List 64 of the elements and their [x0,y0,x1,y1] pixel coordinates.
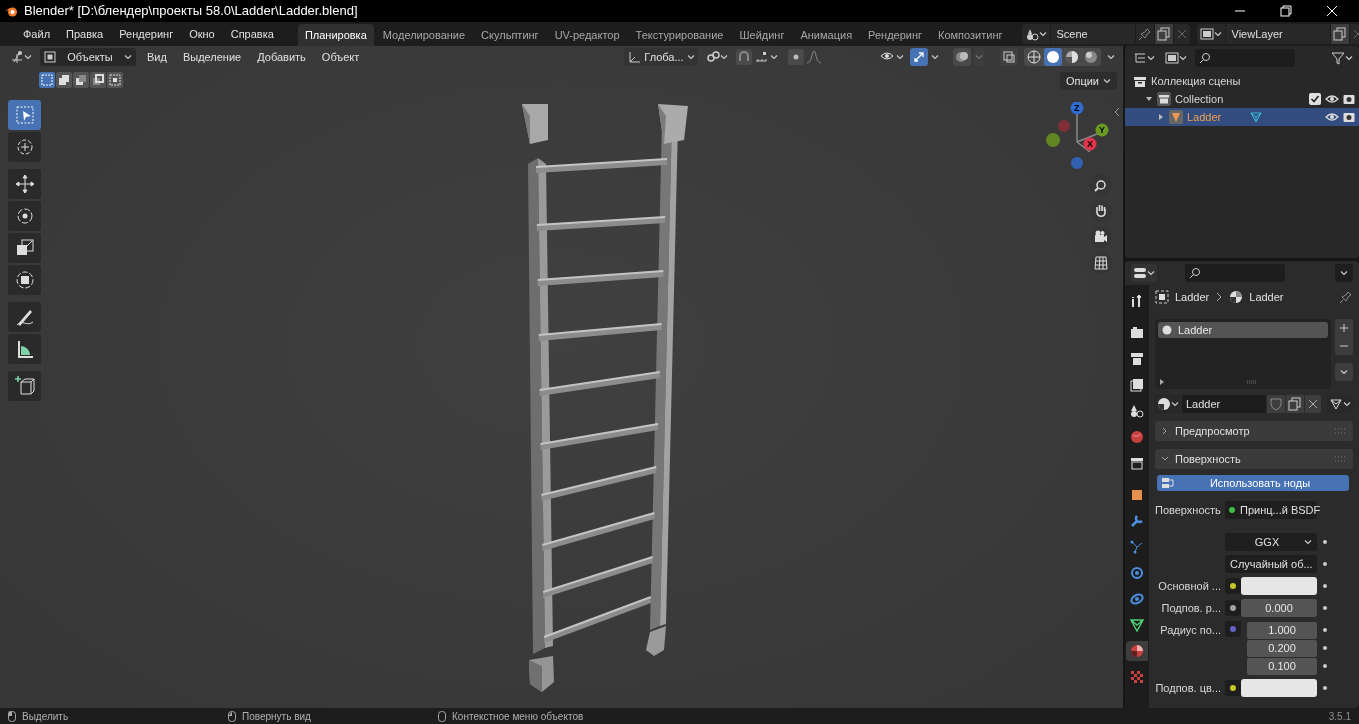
panel-header[interactable]: Поверхность [1155,449,1353,469]
breadcrumb-item: Ladder [1249,289,1284,305]
orientation-label: Глоба... [644,49,684,65]
mode-label: Объекты [66,49,114,65]
options-label: Опции [1065,73,1099,89]
dropdown[interactable]: GGX [1225,533,1317,551]
scene-field[interactable]: Scene [1050,24,1135,44]
dropdown[interactable]: Случайный об... [1225,555,1317,573]
workspace-tab[interactable]: Рендеринг [861,24,930,46]
workspace-tab[interactable]: Скульптинг [474,24,546,46]
number-field[interactable]: 0.000 [1241,599,1317,617]
menu-item[interactable]: Добавить [252,48,311,66]
menu-item[interactable]: Рендеринг [112,24,181,44]
button-label: Использовать ноды [1208,475,1312,491]
workspace-tab[interactable]: Композитинг [931,24,1010,46]
outliner-row[interactable]: Коллекция сцены [1125,72,1359,90]
axis-label: Z [1074,103,1080,113]
material-name-field[interactable]: Ladder [1182,395,1266,413]
workspace-tab[interactable]: Шейдинг [732,24,792,46]
mode-dropdown[interactable]: Объекты [40,48,136,66]
property-label: Основной ... [1157,578,1222,594]
outliner-label: Ladder [1187,109,1222,125]
dropdown-value: GGX [1253,534,1281,550]
use-nodes-button[interactable]: Использовать ноды [1157,475,1349,491]
menu-item[interactable]: Правка [59,24,111,44]
workspace-tab[interactable]: Моделирование [375,24,473,46]
property-label: Поверхность [1155,502,1222,518]
menu-item[interactable]: Объект [316,48,365,66]
axis-label: Y [1099,125,1105,135]
menu-item[interactable]: Окно [182,24,222,44]
workspace-tab[interactable]: Планировка [297,24,374,46]
panel-title: Поверхность [1175,451,1242,467]
menu-item[interactable]: Выделение [177,48,247,66]
number-field[interactable]: 1.000 [1247,621,1317,639]
dropdown-value: Случайный об... [1230,556,1313,572]
outliner-row[interactable]: Collection [1125,90,1359,108]
menu-item[interactable]: Файл [16,24,58,44]
status-hint: Повернуть вид [242,709,311,724]
material-slot[interactable]: Ladder [1158,322,1328,338]
menu-item[interactable]: Справка [223,24,281,44]
workspace-tab[interactable]: Анимация [793,24,860,46]
panel-title: Предпросмотр [1175,423,1251,439]
axis-label: X [1087,139,1093,149]
options-dropdown[interactable]: Опции [1059,72,1117,90]
property-label: Подпов. цв... [1155,680,1222,696]
property-label: Подпов. р... [1160,600,1222,616]
number-field[interactable]: 0.100 [1247,657,1317,675]
status-hint: Выделить [22,709,69,724]
orientation-dropdown[interactable]: Глоба... [624,48,698,66]
outliner-label: Collection [1175,91,1224,107]
menu-item[interactable]: Вид [142,48,172,66]
breadcrumb-item: Ladder [1175,289,1210,305]
view-layer-field[interactable]: ViewLayer [1225,24,1330,44]
outliner-label: Коллекция сцены [1151,73,1241,89]
property-label: Радиус по... [1159,623,1222,638]
workspace-tab[interactable]: UV-редактор [547,24,627,46]
slot-label: Ladder [1178,322,1213,338]
window-title: Blender* [D:\блендер\проекты 58.0\Ladder\Ladder.blend] [24,2,359,21]
workspace-tab[interactable]: Текстурирование [628,24,731,46]
version-label: 3.5.1 [1328,709,1351,724]
outliner-row[interactable]: Ladder [1125,108,1359,126]
panel-header[interactable]: Предпросмотр [1155,421,1353,441]
number-field[interactable]: 0.200 [1247,639,1317,657]
status-hint: Контекстное меню объектов [452,709,584,724]
